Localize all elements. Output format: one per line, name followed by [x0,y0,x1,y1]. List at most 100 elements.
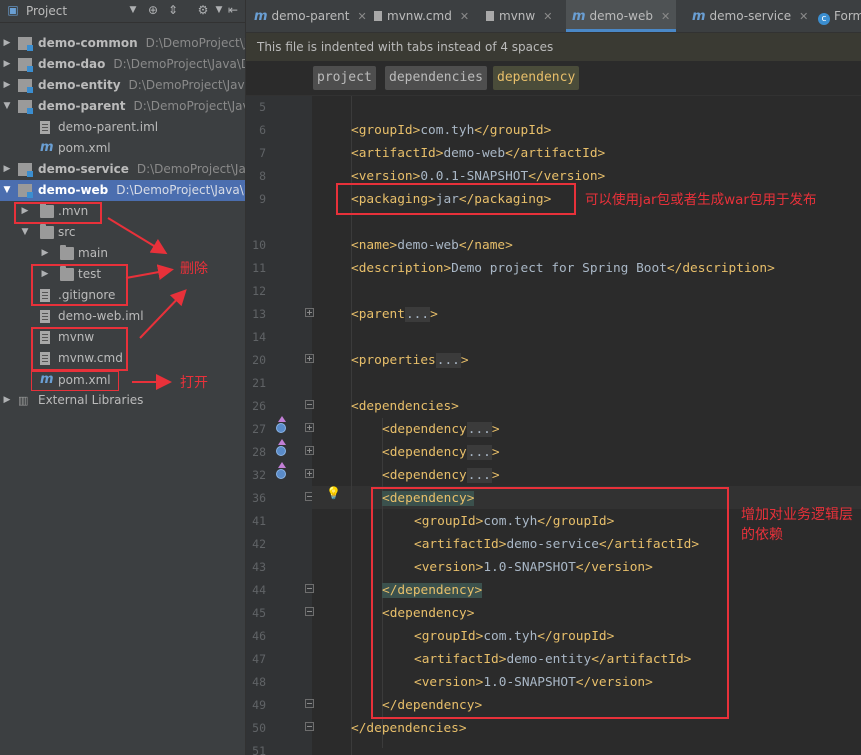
breadcrumb-dependency[interactable]: dependency [493,66,580,90]
line-number: 7 [259,146,266,160]
annotation-open: 打开 [180,375,208,391]
line-number: 47 [252,652,266,666]
tree-item-label: demo-common [38,36,138,50]
annotation-box-dependencies [371,487,729,719]
line-number: 10 [252,238,266,252]
module-folder-icon [18,100,33,114]
expand-arrow-icon[interactable]: ▶ [2,390,12,411]
gear-icon[interactable]: ⚙ [196,3,210,17]
tree-item-demo-dao[interactable]: ▶ demo-dao D:\DemoProject\Java\D [0,54,245,75]
tab-label: demo-parent [271,9,350,23]
annotation-box-packaging [336,183,576,215]
tree-item-label: demo-parent [38,99,126,113]
collapse-arrow-icon[interactable]: ▼ [20,222,30,243]
line-number: 5 [259,100,266,114]
annotation-packaging-note: 可以使用jar包或者生成war包用于发布 [585,192,817,208]
maven-file-icon: m [254,9,268,24]
close-icon[interactable]: ✕ [799,10,808,23]
line-number: 48 [252,675,266,689]
expand-arrow-icon[interactable]: ▶ [2,159,12,180]
code-line-artifactid[interactable]: <artifactId>demo-web</artifactId> [351,142,605,165]
code-line-groupid[interactable]: <groupId>com.tyh</groupId> [351,119,551,142]
tab-label: mvnw.cmd [387,9,452,23]
locate-icon[interactable]: ⊕ [146,3,160,17]
expand-arrow-icon[interactable]: ▶ [40,243,50,264]
line-number: 12 [252,284,266,298]
code-line-dependency-folded[interactable]: <dependency...> [382,464,500,487]
tree-item-demo-entity[interactable]: ▶ demo-entity D:\DemoProject\Java\D [0,75,245,96]
module-folder-icon [18,37,33,51]
tree-item-demo-parent[interactable]: ▼ demo-parent D:\DemoProject\Java [0,96,245,117]
tree-item-label: demo-service [38,162,129,176]
code-line-dependencies-open[interactable]: <dependencies> [351,395,459,418]
code-line-name[interactable]: <name>demo-web</name> [351,234,513,257]
line-number: 50 [252,721,266,735]
module-folder-icon [18,79,33,93]
expand-arrow-icon[interactable]: ▶ [2,33,12,54]
code-line-properties[interactable]: <properties...> [351,349,469,372]
maven-dependency-icon[interactable] [275,439,287,461]
tab-mvnw-cmd[interactable]: mvnw.cmd ✕ [374,0,469,32]
line-number: 41 [252,514,266,528]
expand-arrow-icon[interactable]: ▶ [2,75,12,96]
tab-mvnw[interactable]: mvnw ✕ [486,0,552,32]
annotation-box-mvn [14,202,102,224]
line-number: 26 [252,399,266,413]
line-number: 43 [252,560,266,574]
module-folder-icon [18,184,33,198]
tree-item-demo-parent-iml[interactable]: demo-parent.iml [0,117,245,138]
close-icon[interactable]: ✕ [460,10,469,23]
line-number: 20 [252,353,266,367]
tree-item-external-libraries[interactable]: ▶ ▥ External Libraries [0,390,245,411]
project-icon: ▣ [7,3,19,17]
line-number: 36 [252,491,266,505]
text-file-icon [486,11,494,21]
tree-item-label: demo-dao [38,57,106,71]
code-line-dependency-folded[interactable]: <dependency...> [382,418,500,441]
tab-demo-service[interactable]: m demo-service ✕ [692,0,808,32]
hide-icon[interactable]: ⇤ [226,3,240,17]
collapse-arrow-icon[interactable]: ▼ [2,96,12,117]
code-line-description[interactable]: <description>Demo project for Spring Boo… [351,257,775,280]
code-line-parent[interactable]: <parent...> [351,303,438,326]
tree-item-demo-service[interactable]: ▶ demo-service D:\DemoProject\Java [0,159,245,180]
line-number: 11 [252,261,266,275]
tab-label: Form [834,9,861,23]
maven-file-icon: m [40,140,54,155]
line-number: 8 [259,169,266,183]
text-file-icon [374,11,382,21]
annotation-box-pom [31,371,119,391]
tab-label: demo-service [709,9,792,23]
tree-item-label: src [58,225,76,239]
collapse-arrow-icon[interactable]: ▼ [2,180,12,201]
close-icon[interactable]: ✕ [543,10,552,23]
code-line-dependencies-close[interactable]: </dependencies> [351,717,467,740]
tab-demo-web[interactable]: m demo-web ✕ [566,0,677,32]
tab-demo-parent[interactable]: m demo-parent ✕ [254,0,367,32]
line-number: 6 [259,123,266,137]
maven-dependency-icon[interactable] [275,416,287,438]
library-icon: ▥ [18,394,29,407]
tree-item-demo-web[interactable]: ▼ demo-web D:\DemoProject\Java\D [0,180,245,201]
breadcrumb: project dependencies dependency [246,61,861,96]
tree-item-pom-parent[interactable]: m pom.xml [0,138,245,159]
line-number: 46 [252,629,266,643]
lightbulb-icon[interactable]: 💡 [326,486,341,500]
tab-form[interactable]: c Form [818,0,861,32]
collapse-icon[interactable]: ⇕ [166,3,180,17]
project-header: ▣ Project ▼ ⊕ ⇕ ⚙ ▼ ⇤ [0,0,245,23]
breadcrumb-dependencies[interactable]: dependencies [385,66,487,90]
tree-item-demo-common[interactable]: ▶ demo-common D:\DemoProject\Ja [0,33,245,54]
chevron-down-icon[interactable]: ▼ [126,3,140,17]
line-number: 44 [252,583,266,597]
close-icon[interactable]: ✕ [357,10,366,23]
line-number: 49 [252,698,266,712]
gear-dropdown-icon[interactable]: ▼ [212,3,226,17]
expand-arrow-icon[interactable]: ▶ [2,54,12,75]
line-number: 9 [259,192,266,206]
maven-dependency-icon[interactable] [275,462,287,484]
project-title[interactable]: Project [26,4,67,18]
breadcrumb-project[interactable]: project [313,66,376,90]
code-line-dependency-folded[interactable]: <dependency...> [382,441,500,464]
close-icon[interactable]: ✕ [661,10,670,23]
